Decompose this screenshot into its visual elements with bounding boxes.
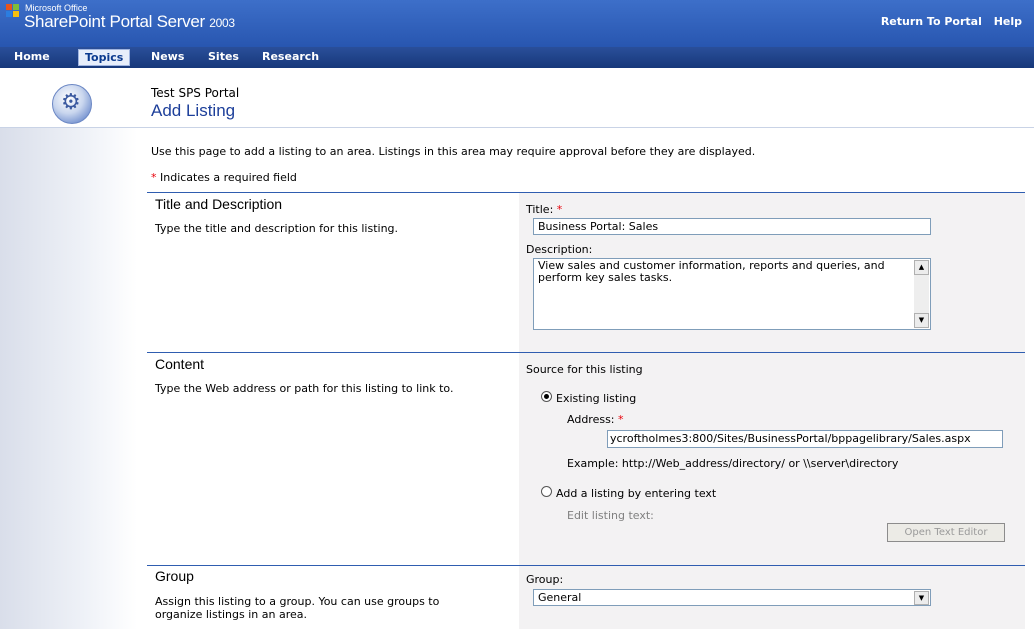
office-logo-icon <box>6 4 20 18</box>
existing-listing-radio[interactable] <box>541 391 552 402</box>
required-note: * Indicates a required field <box>151 171 297 184</box>
required-note-text: Indicates a required field <box>160 171 297 184</box>
chevron-down-icon[interactable]: ▼ <box>914 591 929 605</box>
group-select[interactable]: General ▼ <box>533 589 931 606</box>
edit-text-label: Edit listing text: <box>567 509 654 522</box>
title-divider <box>0 127 1034 128</box>
description-textarea[interactable]: View sales and customer information, rep… <box>533 258 931 330</box>
title-desc-description: Type the title and description for this … <box>155 222 399 235</box>
nav-research[interactable]: Research <box>262 47 319 68</box>
scroll-down-icon[interactable]: ▼ <box>914 313 929 328</box>
portal-breadcrumb[interactable]: Test SPS Portal <box>151 86 239 100</box>
description-label: Description: <box>526 243 593 256</box>
help-link[interactable]: Help <box>994 15 1022 28</box>
title-label: Title: * <box>526 203 562 216</box>
group-label: Group: <box>526 573 564 586</box>
nav-news[interactable]: News <box>151 47 184 68</box>
required-star: * <box>151 171 157 184</box>
nav-sites[interactable]: Sites <box>208 47 239 68</box>
title-label-text: Title: <box>526 203 554 216</box>
scroll-up-icon[interactable]: ▲ <box>914 260 929 275</box>
group-description: Assign this listing to a group. You can … <box>155 595 440 621</box>
product-version: 2003 <box>209 16 235 30</box>
title-desc-heading: Title and Description <box>155 196 283 212</box>
description-text: View sales and customer information, rep… <box>538 259 885 284</box>
source-label: Source for this listing <box>526 363 643 376</box>
return-to-portal-link[interactable]: Return To Portal <box>881 15 982 28</box>
address-example: Example: http://Web_address/directory/ o… <box>567 457 899 470</box>
address-label-text: Address: <box>567 413 615 426</box>
text-listing-label: Add a listing by entering text <box>556 487 717 500</box>
nav-home[interactable]: Home <box>14 47 50 68</box>
page-title: Add Listing <box>151 101 236 120</box>
text-listing-radio[interactable] <box>541 486 552 497</box>
group-heading: Group <box>155 568 194 584</box>
required-star: * <box>618 413 624 426</box>
product-name-text: SharePoint Portal Server <box>24 12 205 31</box>
app-header: Microsoft Office SharePoint Portal Serve… <box>0 0 1034 47</box>
required-star: * <box>556 203 563 216</box>
left-gradient-column <box>0 128 137 629</box>
address-input[interactable]: ycroftholmes3:800/Sites/BusinessPortal/b… <box>607 430 1003 448</box>
content-description: Type the Web address or path for this li… <box>155 382 454 395</box>
gears-icon: ⚙ <box>52 84 92 124</box>
product-name: SharePoint Portal Server 2003 <box>24 12 235 32</box>
nav-topics[interactable]: Topics <box>78 49 131 66</box>
content-heading: Content <box>155 356 205 372</box>
description-scrollbar[interactable]: ▲ ▼ <box>914 260 929 328</box>
group-select-value: General <box>538 591 582 604</box>
address-label: Address: * <box>567 413 624 426</box>
title-input[interactable]: Business Portal: Sales <box>533 218 931 235</box>
open-text-editor-button[interactable]: Open Text Editor <box>887 523 1005 542</box>
top-nav: Home Topics News Sites Research <box>0 47 1034 68</box>
top-links: Return To Portal Help <box>873 15 1022 28</box>
intro-text: Use this page to add a listing to an are… <box>151 145 756 158</box>
existing-listing-label: Existing listing <box>556 392 637 405</box>
